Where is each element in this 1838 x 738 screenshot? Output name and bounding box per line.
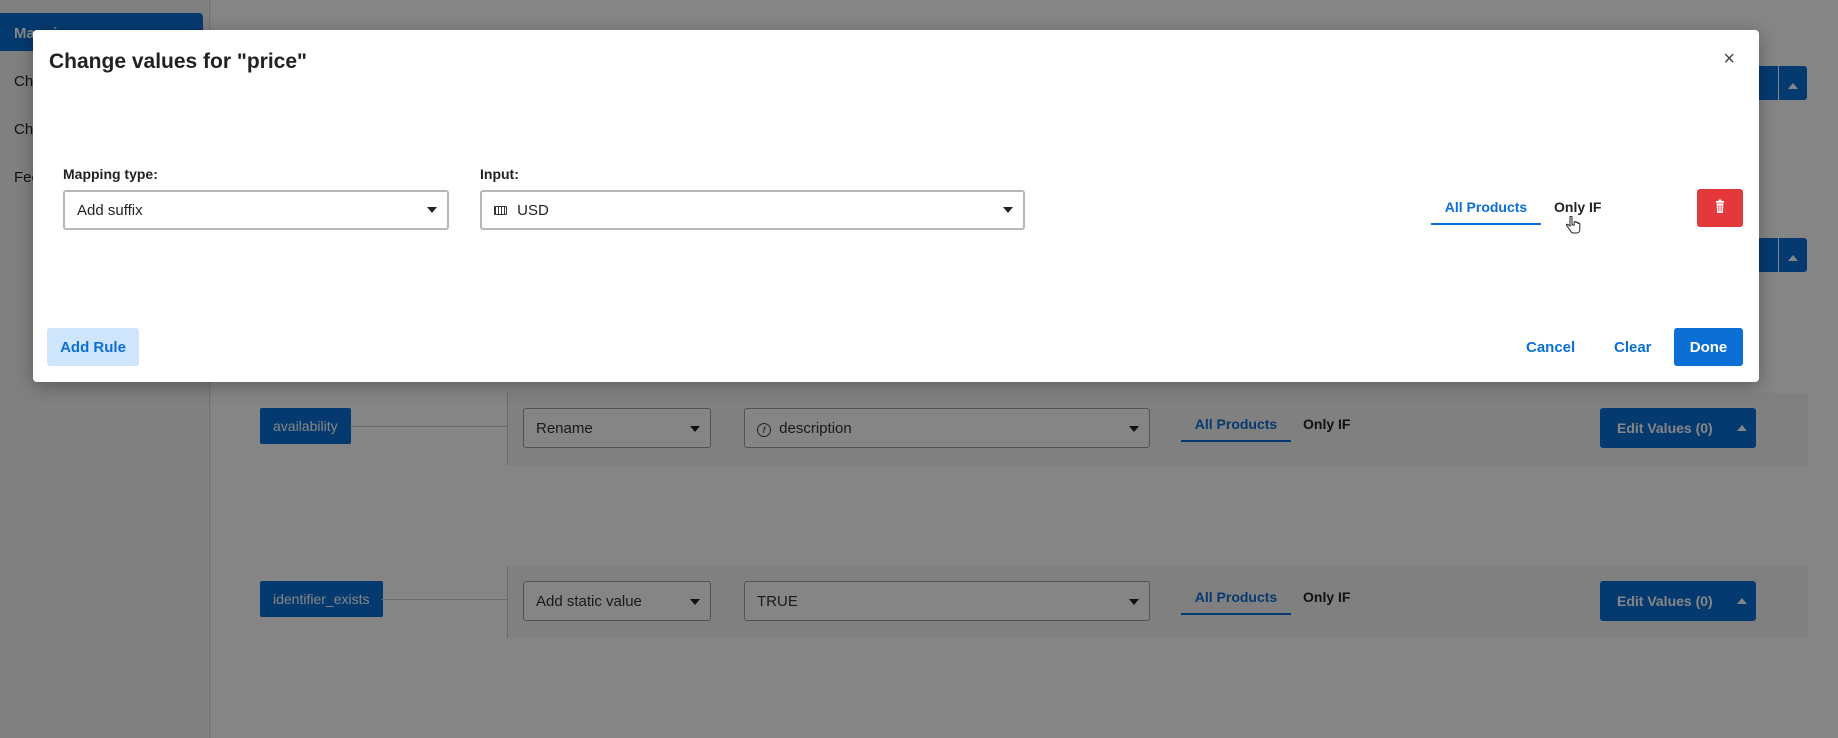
- add-rule-button[interactable]: Add Rule: [47, 328, 139, 366]
- input-value: USD: [517, 202, 549, 219]
- mapping-type-value: Add suffix: [77, 202, 143, 219]
- chevron-down-icon: [1003, 207, 1013, 213]
- mapping-type-select[interactable]: Add suffix: [63, 190, 449, 230]
- clear-button[interactable]: Clear: [1614, 339, 1652, 356]
- close-icon[interactable]: ×: [1723, 48, 1735, 71]
- done-button[interactable]: Done: [1674, 328, 1743, 366]
- tab-only-if[interactable]: Only IF: [1554, 199, 1601, 215]
- input-label: Input:: [480, 166, 519, 182]
- trash-icon: [1716, 199, 1724, 213]
- keyboard-icon: [494, 206, 507, 215]
- hand-cursor-icon: [1566, 216, 1581, 234]
- tab-all-products[interactable]: All Products: [1431, 199, 1541, 225]
- cancel-button[interactable]: Cancel: [1526, 339, 1575, 356]
- modal-title: Change values for "price": [49, 50, 307, 73]
- change-values-modal: Change values for "price" × Mapping type…: [33, 30, 1759, 382]
- chevron-down-icon: [427, 207, 437, 213]
- mapping-type-label: Mapping type:: [63, 166, 158, 182]
- input-select[interactable]: USD: [480, 190, 1025, 230]
- delete-rule-button[interactable]: [1697, 189, 1743, 227]
